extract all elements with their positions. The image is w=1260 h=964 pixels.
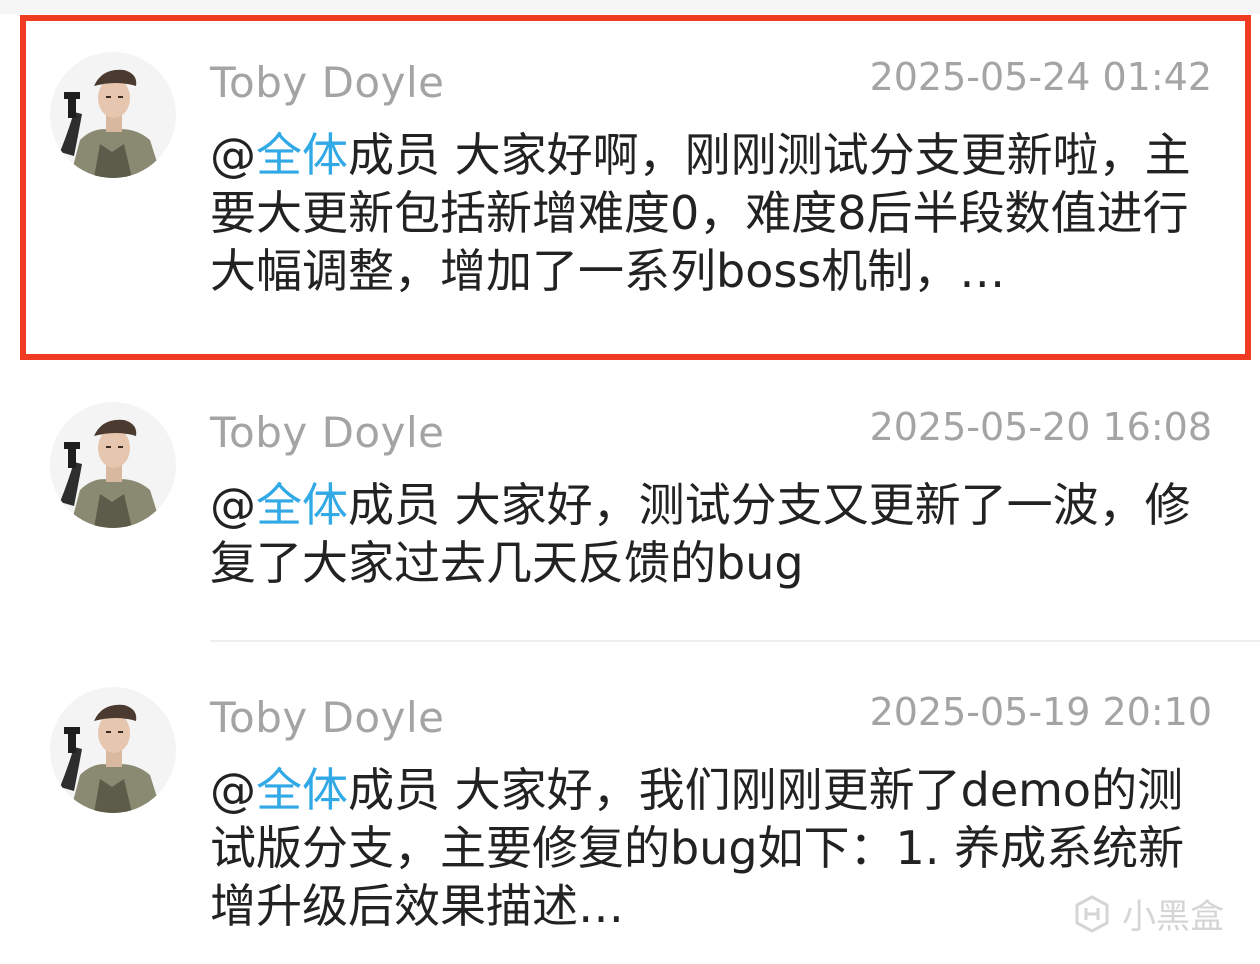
watermark: 小黑盒	[1072, 889, 1224, 938]
mention-all-link[interactable]: 全体	[256, 763, 348, 817]
mention-at-symbol: @	[210, 478, 256, 532]
author-name[interactable]: Toby Doyle	[210, 408, 444, 457]
top-strip	[0, 0, 1260, 14]
avatar[interactable]	[50, 52, 176, 178]
message-text: 成员 大家好啊，刚刚测试分支更新啦，主要大更新包括新增难度0，难度8后半段数值进…	[210, 128, 1191, 298]
message-timestamp: 2025-05-19 20:10	[869, 690, 1212, 734]
avatar[interactable]	[50, 687, 176, 813]
author-name[interactable]: Toby Doyle	[210, 693, 444, 742]
message-item[interactable]: Toby Doyle 2025-05-19 20:10 @全体成员 大家好，我们…	[0, 665, 1260, 945]
avatar-image	[50, 687, 176, 813]
avatar-image	[50, 52, 176, 178]
watermark-text: 小黑盒	[1122, 897, 1224, 937]
mention-at-symbol: @	[210, 128, 256, 182]
message-body[interactable]: @全体成员 大家好，测试分支又更新了一波，修复了大家过去几天反馈的bug	[210, 476, 1220, 592]
message-body[interactable]: @全体成员 大家好啊，刚刚测试分支更新啦，主要大更新包括新增难度0，难度8后半段…	[210, 126, 1220, 300]
message-timestamp: 2025-05-20 16:08	[869, 405, 1212, 449]
avatar[interactable]	[50, 402, 176, 528]
mention-all-link[interactable]: 全体	[256, 478, 348, 532]
avatar-image	[50, 402, 176, 528]
message-item[interactable]: Toby Doyle 2025-05-20 16:08 @全体成员 大家好，测试…	[0, 380, 1260, 635]
message-text: 成员 大家好，测试分支又更新了一波，修复了大家过去几天反馈的bug	[210, 478, 1191, 590]
heybox-logo-icon	[1075, 894, 1109, 933]
message-text: 成员 大家好，我们刚刚更新了demo的测试版分支，主要修复的bug如下：1. 养…	[210, 763, 1185, 933]
message-divider	[210, 640, 1260, 642]
message-feed: Toby Doyle 2025-05-24 01:42 @全体成员 大家好啊，刚…	[0, 0, 1260, 964]
mention-at-symbol: @	[210, 763, 256, 817]
author-name[interactable]: Toby Doyle	[210, 58, 444, 107]
message-item[interactable]: Toby Doyle 2025-05-24 01:42 @全体成员 大家好啊，刚…	[0, 30, 1260, 360]
message-timestamp: 2025-05-24 01:42	[869, 55, 1212, 99]
message-body[interactable]: @全体成员 大家好，我们刚刚更新了demo的测试版分支，主要修复的bug如下：1…	[210, 761, 1220, 935]
mention-all-link[interactable]: 全体	[256, 128, 348, 182]
